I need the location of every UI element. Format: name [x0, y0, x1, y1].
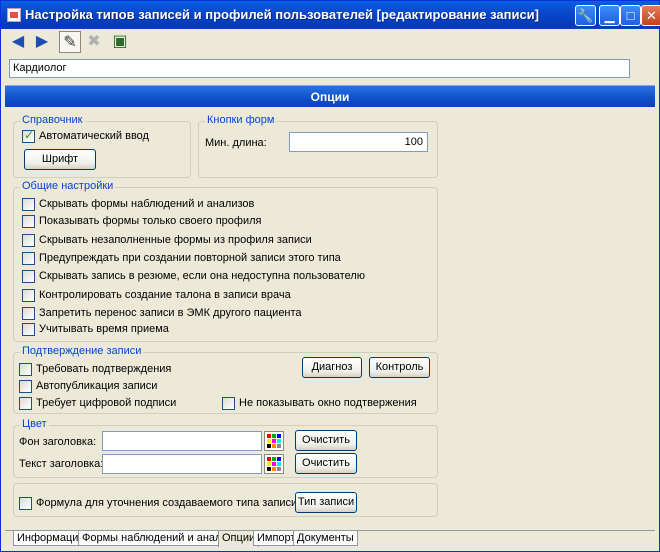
- minimize-icon[interactable]: ▁: [599, 5, 620, 26]
- header-text-palette-icon[interactable]: [264, 454, 284, 474]
- tools-icon[interactable]: 🔧: [575, 5, 596, 26]
- checkbox-box[interactable]: [19, 397, 32, 410]
- maximize-icon[interactable]: □: [620, 5, 641, 26]
- digital-signature-label: Требует цифровой подписи: [36, 397, 177, 409]
- window-title: Настройка типов записей и профилей польз…: [25, 7, 539, 22]
- header-bg-label: Фон заголовка:: [19, 436, 97, 448]
- option-label: Скрывать формы наблюдений и анализов: [39, 198, 255, 210]
- option-label: Скрывать незаполненные формы из профиля …: [39, 234, 312, 246]
- record-type-button[interactable]: Тип записи: [295, 492, 357, 513]
- form-buttons-legend: Кнопки форм: [205, 114, 277, 126]
- option-label: Запретить перенос записи в ЭМК другого п…: [39, 307, 302, 319]
- header-bg-palette-icon[interactable]: [264, 431, 284, 451]
- formula-label: Формула для уточнения создаваемого типа …: [36, 497, 298, 509]
- delete-icon[interactable]: ✖: [83, 31, 105, 53]
- tab-documents[interactable]: Документы: [293, 531, 358, 546]
- general-settings-legend: Общие настройки: [20, 180, 116, 192]
- clear-header-text-button[interactable]: Очистить: [295, 453, 357, 474]
- formula-group: Формула для уточнения создаваемого типа …: [13, 483, 438, 517]
- option-label: Предупреждать при создании повторной зап…: [39, 252, 341, 264]
- edit-pencil-icon[interactable]: ✎: [59, 31, 81, 53]
- autopublish-label: Автопубликация записи: [36, 380, 158, 392]
- back-arrow-icon[interactable]: ◀: [7, 31, 29, 53]
- main-window: Настройка типов записей и профилей польз…: [0, 0, 660, 552]
- color-group: Цвет Фон заголовка: Очистить Текст загол…: [13, 418, 438, 478]
- option-label: Контролировать создание талона в записи …: [39, 289, 291, 301]
- font-button[interactable]: Шрифт: [24, 149, 96, 170]
- diagnosis-button[interactable]: Диагноз: [302, 357, 362, 378]
- auto-input-label: Автоматический ввод: [39, 130, 149, 142]
- checkbox-box[interactable]: [222, 397, 235, 410]
- dictionary-legend: Справочник: [20, 114, 85, 126]
- general-settings-group: Общие настройки Скрывать формы наблюдени…: [13, 180, 438, 342]
- title-bar[interactable]: Настройка типов записей и профилей польз…: [1, 1, 660, 29]
- app-icon: [7, 8, 21, 22]
- header-text-input[interactable]: [102, 454, 262, 474]
- checkbox-box[interactable]: [22, 252, 35, 265]
- control-button[interactable]: Контроль: [369, 357, 430, 378]
- checkbox-box[interactable]: [22, 323, 35, 336]
- color-legend: Цвет: [20, 418, 49, 430]
- close-icon[interactable]: ✕: [641, 5, 660, 26]
- panel-title: Опции: [5, 85, 655, 107]
- min-length-input[interactable]: 100: [289, 132, 428, 152]
- checkbox-box[interactable]: [19, 497, 32, 510]
- min-length-label: Мин. длина:: [205, 137, 267, 149]
- checkbox-box[interactable]: [22, 198, 35, 211]
- checkbox-box[interactable]: [22, 215, 35, 228]
- confirmation-legend: Подтверждение записи: [20, 345, 144, 357]
- confirmation-group: Подтверждение записи Требовать подтвержд…: [13, 345, 438, 414]
- forward-arrow-icon[interactable]: ▶: [31, 31, 53, 53]
- checkbox-box[interactable]: [19, 380, 32, 393]
- option-label: Скрывать запись в резюме, если она недос…: [39, 270, 366, 282]
- checkbox-box[interactable]: [22, 129, 35, 143]
- option-label: Учитывать время приема: [39, 323, 169, 335]
- record-name-input[interactable]: Кардиолог: [9, 59, 630, 78]
- form-buttons-group: Кнопки форм Мин. длина: 100: [198, 114, 438, 178]
- require-confirmation-label: Требовать подтверждения: [36, 363, 172, 375]
- hide-confirm-window-label: Не показывать окно подтвержения: [239, 397, 417, 409]
- dictionary-group: Справочник Автоматический ввод Шрифт: [13, 114, 191, 178]
- checkbox-box[interactable]: [22, 307, 35, 320]
- checkbox-box[interactable]: [22, 234, 35, 247]
- clear-header-bg-button[interactable]: Очистить: [295, 430, 357, 451]
- header-bg-input[interactable]: [102, 431, 262, 451]
- checkbox-box[interactable]: [22, 289, 35, 302]
- option-label: Показывать формы только своего профиля: [39, 215, 262, 227]
- header-text-label: Текст заголовка:: [19, 458, 104, 470]
- close-record-icon[interactable]: ▣: [109, 31, 131, 53]
- checkbox-box[interactable]: [19, 363, 32, 376]
- checkbox-box[interactable]: [22, 270, 35, 283]
